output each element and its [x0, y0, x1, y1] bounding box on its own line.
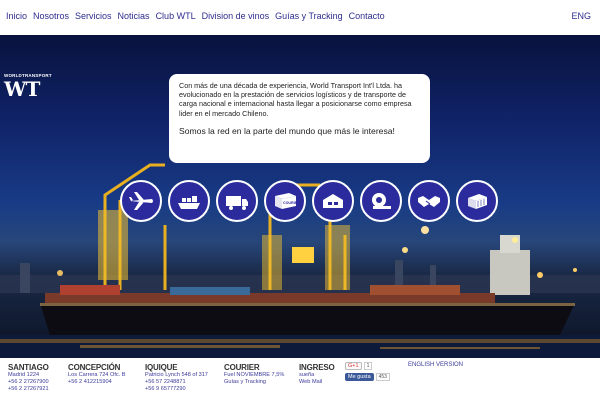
- footer-ingreso: INGRESO sueña Web Mail: [299, 363, 335, 386]
- footer: SANTIAGO Madrid 1224 +56 2 27267900 +56 …: [0, 358, 600, 400]
- language-switch[interactable]: ENG: [571, 11, 591, 21]
- nav-inicio[interactable]: Inicio: [6, 11, 27, 21]
- nav-guias-tracking[interactable]: Guías y Tracking: [275, 11, 343, 21]
- nav-division-vinos[interactable]: Division de vinos: [202, 11, 270, 21]
- iquique-phone-1: +56 57 2248871: [145, 379, 186, 385]
- footer-santiago: SANTIAGO Madrid 1224 +56 2 27267900 +56 …: [8, 363, 49, 393]
- nav-nosotros[interactable]: Nosotros: [33, 11, 69, 21]
- handshake-icon: [418, 196, 440, 207]
- nav-links: Inicio Nosotros Servicios Noticias Club …: [6, 11, 385, 21]
- service-air-freight[interactable]: [120, 180, 162, 222]
- company-logo[interactable]: WORLDTRANSPORT WT: [4, 73, 52, 103]
- ingreso-title: INGRESO: [299, 363, 335, 372]
- facebook-widget: Me gusta 453: [345, 373, 390, 381]
- tape-icon: [372, 193, 391, 209]
- nav-contacto[interactable]: Contacto: [349, 11, 385, 21]
- santiago-phone-1: +56 2 27267900: [8, 379, 49, 385]
- intro-box: Con más de una década de experiencia, Wo…: [169, 74, 430, 163]
- courier-label: COURIER: [283, 201, 300, 205]
- service-sea-freight[interactable]: [168, 180, 210, 222]
- iquique-phone-2: +56 9 65777290: [145, 386, 186, 392]
- english-version-link[interactable]: ENGLISH VERSION: [408, 362, 463, 368]
- santiago-phone-2: +56 2 27267921: [8, 386, 49, 392]
- gplus-count: 1: [363, 362, 373, 370]
- warehouse-icon: [323, 194, 343, 208]
- nav-club-wtl[interactable]: Club WTL: [156, 11, 196, 21]
- ship-icon: [178, 196, 200, 209]
- courier-box-icon: COURIER: [275, 193, 300, 209]
- service-containers[interactable]: [456, 180, 498, 222]
- nav-servicios[interactable]: Servicios: [75, 11, 112, 21]
- concepcion-title: CONCEPCIÓN: [68, 363, 121, 372]
- footer-iquique: IQUIQUE Patricio Lynch 548 of 317 +56 57…: [145, 363, 208, 393]
- iquique-address: Patricio Lynch 548 of 317: [145, 372, 208, 378]
- courier-title: COURIER: [224, 363, 260, 372]
- top-navigation: Inicio Nosotros Servicios Noticias Club …: [0, 0, 600, 35]
- container-icon: [468, 194, 487, 209]
- facebook-like-count: 453: [375, 373, 390, 381]
- service-courier[interactable]: COURIER: [264, 180, 306, 222]
- nav-noticias[interactable]: Noticias: [118, 11, 150, 21]
- courier-tracking-link[interactable]: Guías y Tracking: [224, 379, 284, 386]
- intro-tagline: Somos la red en la parte del mundo que m…: [179, 125, 395, 136]
- gplus-button[interactable]: G+1: [345, 362, 362, 370]
- service-packaging[interactable]: [360, 180, 402, 222]
- service-consulting[interactable]: [408, 180, 450, 222]
- concepcion-address: Los Carrera 724 Ofc. B: [68, 372, 126, 378]
- santiago-title: SANTIAGO: [8, 363, 49, 372]
- airplane-icon: [129, 192, 153, 210]
- service-land-freight[interactable]: [216, 180, 258, 222]
- footer-courier: COURIER Fuel NOVIEMBRE 7,5% Guías y Trac…: [224, 363, 284, 386]
- social-buttons: G+1 1 Me gusta 453: [345, 362, 390, 381]
- concepcion-phone: +56 2 412215904: [68, 379, 112, 385]
- ingreso-suena-link[interactable]: sueña: [299, 372, 335, 379]
- logo-mark: WT: [4, 77, 40, 101]
- iquique-title: IQUIQUE: [145, 363, 178, 372]
- santiago-address: Madrid 1224: [8, 372, 40, 378]
- facebook-like-button[interactable]: Me gusta: [345, 373, 374, 381]
- truck-icon: [226, 196, 248, 210]
- footer-concepcion: CONCEPCIÓN Los Carrera 724 Ofc. B +56 2 …: [68, 363, 126, 386]
- courier-fuel: Fuel NOVIEMBRE 7,5%: [224, 372, 285, 378]
- service-warehousing[interactable]: [312, 180, 354, 222]
- service-icons: COURIER: [120, 180, 498, 222]
- intro-paragraph: Con más de una década de experiencia, Wo…: [179, 81, 412, 118]
- gplus-widget: G+1 1: [345, 362, 390, 370]
- ingreso-webmail-link[interactable]: Web Mail: [299, 379, 335, 386]
